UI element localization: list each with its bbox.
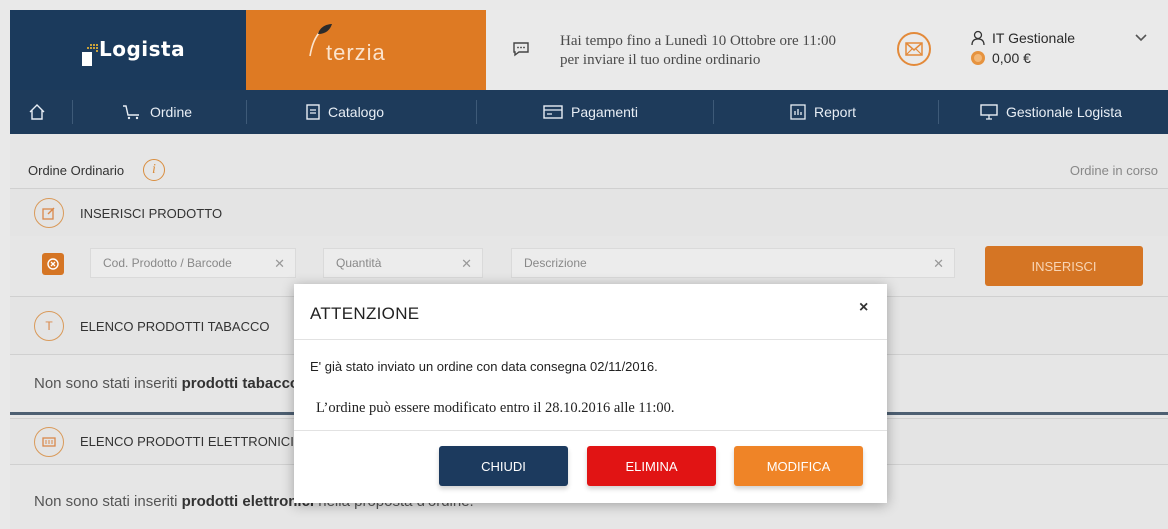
electronic-icon <box>34 427 64 457</box>
cart-icon <box>123 105 139 120</box>
insert-section-title: INSERISCI PRODOTTO <box>80 206 223 221</box>
edit-icon <box>34 198 64 228</box>
order-status: Ordine in corso <box>1069 163 1158 178</box>
nav-ordine-label: Ordine <box>150 104 193 120</box>
clear-quantity-icon[interactable]: ✕ <box>461 256 472 272</box>
product-code-input[interactable]: Cod. Prodotto / Barcode ✕ <box>90 248 296 278</box>
monitor-icon <box>980 104 998 120</box>
product-code-placeholder: Cod. Prodotto / Barcode <box>103 256 232 270</box>
delete-button[interactable]: ELIMINA <box>587 446 716 486</box>
clear-description-icon[interactable]: ✕ <box>933 256 944 272</box>
user-menu[interactable]: IT Gestionale 0,00 € <box>970 28 1075 68</box>
info-icon[interactable]: i <box>143 159 165 181</box>
close-button[interactable]: CHIUDI <box>439 446 568 486</box>
tobacco-empty-text: Non sono stati inseriti prodotti tabacco <box>34 375 300 392</box>
card-icon <box>543 105 563 119</box>
quantity-input[interactable]: Quantità ✕ <box>323 248 483 278</box>
balance-value: 0,00 € <box>992 50 1031 66</box>
main-nav: Ordine Catalogo Pagamenti Report Gestion… <box>10 90 1168 134</box>
quantity-placeholder: Quantità <box>336 256 382 270</box>
user-icon <box>971 30 985 46</box>
mail-button[interactable] <box>897 32 931 66</box>
nav-ordine[interactable]: Ordine <box>122 90 192 134</box>
insert-button[interactable]: INSERISCI <box>985 246 1143 286</box>
terzia-logo[interactable]: terzia <box>246 10 486 90</box>
nav-gestionale-label: Gestionale Logista <box>1006 104 1122 120</box>
notice-line-2: per inviare il tuo ordine ordinario <box>560 52 761 68</box>
dialog-header: ATTENZIONE × <box>294 284 887 340</box>
report-icon <box>790 104 806 120</box>
tobacco-section-title: ELENCO PRODOTTI TABACCO <box>80 319 270 334</box>
terzia-wordmark: terzia <box>326 40 386 65</box>
description-input[interactable]: Descrizione ✕ <box>511 248 955 278</box>
nav-report-label: Report <box>814 104 857 120</box>
catalog-icon <box>306 104 320 120</box>
nav-pagamenti[interactable]: Pagamenti <box>543 90 638 134</box>
page-title: Ordine Ordinario <box>28 163 125 178</box>
tobacco-icon: T <box>34 311 64 341</box>
nav-catalogo-label: Catalogo <box>328 104 385 120</box>
nav-catalogo[interactable]: Catalogo <box>306 90 384 134</box>
mail-icon <box>905 42 923 56</box>
nav-gestionale[interactable]: Gestionale Logista <box>980 90 1122 134</box>
nav-home[interactable] <box>28 90 46 134</box>
reset-icon[interactable] <box>42 253 64 275</box>
insert-section-header[interactable]: INSERISCI PRODOTTO <box>10 188 1168 236</box>
coin-icon <box>971 51 985 65</box>
deadline-notice: Hai tempo fino a Lunedì 10 Ottobre ore 1… <box>486 10 886 90</box>
dialog-message-2: L’ordine può essere modificato entro il … <box>316 400 675 416</box>
close-icon[interactable]: × <box>859 299 868 317</box>
clear-code-icon[interactable]: ✕ <box>274 256 285 272</box>
attention-dialog: ATTENZIONE × E' già stato inviato un ord… <box>294 284 887 503</box>
top-header: Logista terzia Hai tempo fino a Lunedì 1… <box>10 10 1168 90</box>
user-name: IT Gestionale <box>992 30 1076 46</box>
logista-logo[interactable]: Logista <box>10 10 246 90</box>
chat-icon <box>513 42 529 57</box>
notice-line-1: Hai tempo fino a Lunedì 10 Ottobre ore 1… <box>560 33 837 49</box>
nav-report[interactable]: Report <box>790 90 856 134</box>
dialog-footer-divider <box>294 430 887 431</box>
dialog-title: ATTENZIONE <box>310 304 420 323</box>
description-placeholder: Descrizione <box>524 256 587 270</box>
dialog-message-1: E' già stato inviato un ordine con data … <box>310 359 658 374</box>
home-icon <box>29 104 45 120</box>
logista-wordmark: Logista <box>99 37 186 61</box>
chevron-down-icon[interactable] <box>1135 34 1147 42</box>
logista-mark-icon <box>82 44 98 66</box>
electronic-section-title: ELENCO PRODOTTI ELETTRONICI <box>80 434 294 449</box>
nav-pagamenti-label: Pagamenti <box>571 104 638 120</box>
edit-button[interactable]: MODIFICA <box>734 446 863 486</box>
